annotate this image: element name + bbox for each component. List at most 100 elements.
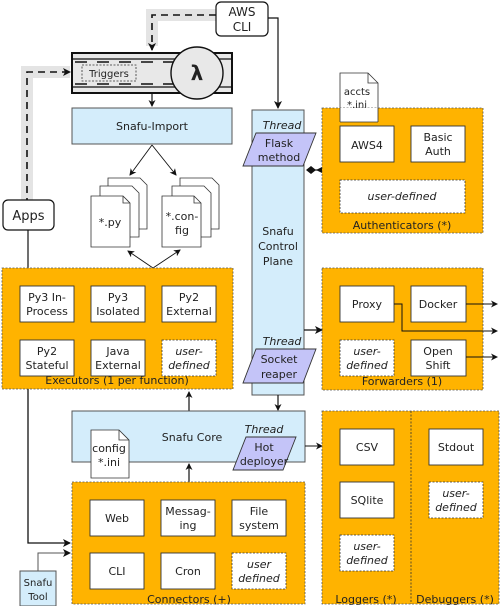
executor-item[interactable]: Py3Isolated (90, 285, 146, 323)
arrow-import-to-config (151, 144, 177, 176)
architecture-diagram: AWS CLI Triggers λ Snafu-Import *.py *.c… (1, 1, 500, 606)
logger-item-sqlite[interactable]: SQlite (339, 481, 395, 519)
config-files-stack: *.con- fig (161, 177, 220, 248)
aws-cli-line1: AWS (228, 5, 255, 19)
connector-item[interactable]: Filesystem (231, 499, 287, 537)
debugger-item-user-defined[interactable]: user- defined (428, 481, 484, 519)
executor-item-label: Isolated (96, 305, 140, 318)
debugger-item-label: Stdout (438, 441, 475, 454)
flask-auth-link (306, 166, 322, 174)
executor-item-label: Py3 In- (28, 291, 66, 304)
control-plane-line2: Control (258, 240, 298, 253)
snafu-tool-box[interactable]: Snafu Tool (19, 570, 57, 606)
forwarder-item-docker[interactable]: Docker (410, 285, 467, 323)
auth-item-label: Basic (423, 131, 452, 144)
executor-item-label: Py2 (179, 291, 199, 304)
snafu-import-box[interactable]: Snafu-Import (71, 107, 233, 145)
logger-item-label: defined (346, 554, 389, 567)
connector-item-label: defined (238, 572, 281, 585)
accts-line1: accts (344, 87, 370, 98)
forwarder-item-user-defined[interactable]: user- defined (339, 339, 395, 377)
aws-cli-line2: CLI (233, 20, 252, 34)
connector-item-label: system (239, 519, 279, 532)
executor-item[interactable]: Py2External (161, 285, 217, 323)
auth-item-aws4[interactable]: AWS4 (339, 125, 395, 163)
connector-item-label: Messag- (165, 505, 210, 518)
executor-item[interactable]: user-defined (161, 339, 217, 377)
reaper-line2: reaper (261, 368, 298, 381)
auth-item-label: user-defined (368, 190, 438, 203)
hot-line2: deployer (240, 455, 289, 468)
connector-item-label: ing (179, 519, 196, 532)
connector-item-label: Cron (175, 565, 201, 578)
forwarder-item-label: user- (353, 345, 380, 358)
executor-item-label: External (166, 305, 212, 318)
snafu-tool-line1: Snafu (24, 578, 53, 589)
executor-item[interactable]: JavaExternal (90, 339, 146, 377)
connector-item-label: CLI (108, 565, 125, 578)
connector-item-label: Web (105, 512, 129, 525)
auth-item-user-defined[interactable]: user-defined (339, 179, 466, 214)
snafu-import-label: Snafu-Import (116, 120, 189, 133)
connector-item[interactable]: userdefined (231, 552, 287, 590)
forwarder-item-label: Shift (425, 359, 451, 372)
executor-item-label: defined (168, 359, 211, 372)
auth-item-basic-auth[interactable]: Basic Auth (410, 125, 466, 163)
snafu-tool-line2: Tool (27, 592, 47, 603)
executor-item-label: External (95, 359, 141, 372)
config-file-label-1: *.con- (166, 210, 199, 223)
executor-item-label: Java (105, 345, 129, 358)
forwarder-item-label: Docker (419, 298, 458, 311)
auth-item-label: AWS4 (351, 139, 383, 152)
executor-item[interactable]: Py2Stateful (19, 339, 75, 377)
arrow-apps-to-connectors (27, 389, 71, 547)
executor-item-label: Py3 (108, 291, 128, 304)
loggers-title: Loggers (*) (335, 593, 396, 606)
control-plane-line3: Plane (263, 255, 293, 268)
reaper-line1: Socket (261, 353, 299, 366)
logger-item-label: CSV (356, 441, 379, 454)
arrow-cli-to-control-plane (268, 17, 282, 109)
logger-item-csv[interactable]: CSV (339, 428, 395, 466)
connectors-title: Connectors (+) (147, 593, 231, 606)
apps-box[interactable]: Apps (2, 199, 55, 231)
arrow-executors-to-py (127, 250, 154, 269)
py-files-stack: *.py (90, 177, 148, 248)
hot-line1: Hot (254, 441, 274, 454)
flask-line1: Flask (265, 137, 294, 150)
arrow-tool-to-connectors (37, 549, 71, 571)
core-config-line2: *.ini (98, 456, 120, 469)
forwarders-title: Forwarders (1) (362, 375, 442, 388)
connector-item[interactable]: Cron (160, 552, 216, 590)
flask-line2: method (258, 151, 300, 164)
connector-item-label: File (250, 505, 269, 518)
control-plane-line1: Snafu (262, 225, 294, 238)
connector-item[interactable]: Web (89, 499, 145, 537)
logger-item-user-defined[interactable]: user- defined (339, 534, 395, 572)
snafu-core-label: Snafu Core (162, 431, 223, 444)
executor-item-label: Process (26, 305, 68, 318)
executor-item-label: Py2 (37, 345, 57, 358)
forwarder-item-label: defined (346, 359, 389, 372)
socket-reaper-thread[interactable]: Socket reaper (242, 348, 317, 384)
forwarder-item-openshift[interactable]: Open Shift (410, 339, 467, 377)
triggers-label: Triggers (88, 69, 129, 80)
apps-label: Apps (12, 209, 44, 224)
flask-thread-label: Thread (263, 119, 303, 132)
connector-item-label: user (247, 558, 272, 571)
aws-cli-box[interactable]: AWS CLI (215, 1, 269, 37)
core-config-ini-file: config *.ini (90, 429, 130, 479)
logger-item-label: user- (353, 540, 380, 553)
config-file-label-2: fig (175, 224, 189, 237)
core-config-line1: config (92, 442, 126, 455)
debugger-item-label: defined (435, 501, 478, 514)
forwarder-item-proxy[interactable]: Proxy (339, 285, 395, 323)
forwarder-item-label: Open (423, 345, 452, 358)
connector-item[interactable]: CLI (89, 552, 145, 590)
debugger-item-stdout[interactable]: Stdout (428, 428, 484, 466)
executor-item[interactable]: Py3 In-Process (19, 285, 75, 323)
debuggers-title: Debuggers (*) (416, 593, 494, 606)
connector-item[interactable]: Messag-ing (160, 499, 216, 537)
flask-method-thread[interactable]: Flask method (242, 132, 317, 167)
lambda-symbol: λ (191, 61, 204, 85)
